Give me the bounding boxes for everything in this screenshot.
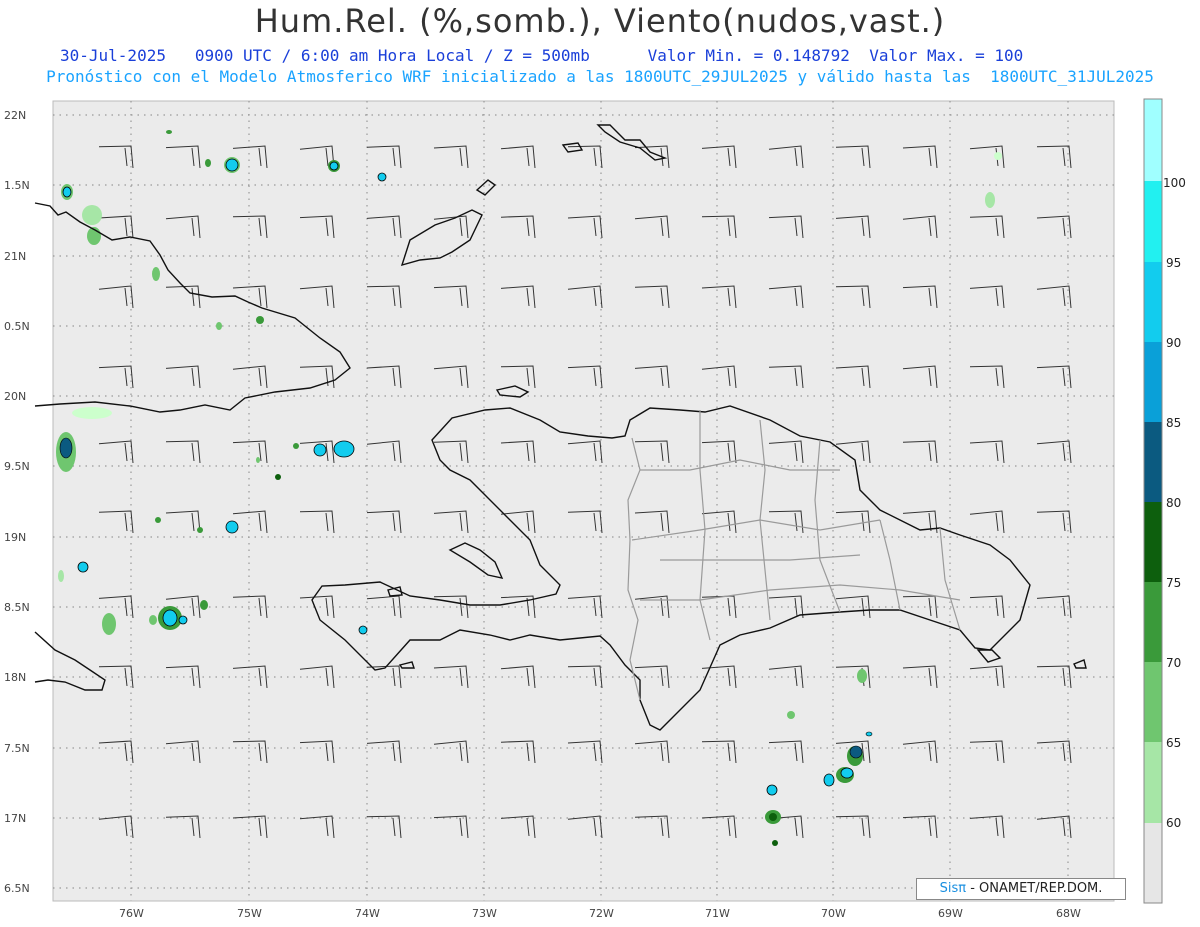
- colorbar-segment: [1144, 742, 1162, 823]
- colorbar-segment: [1144, 582, 1162, 662]
- lat-label: 18N: [4, 671, 26, 684]
- colorbar-label: 90: [1166, 336, 1181, 350]
- lon-label: 68W: [1056, 907, 1081, 920]
- colorbar-segment: [1144, 422, 1162, 502]
- lat-label: 0.5N: [4, 320, 30, 333]
- lon-label: 71W: [705, 907, 730, 920]
- lat-axis: 22N 1.5N 21N 0.5N 20N 9.5N 19N 8.5N 18N …: [4, 109, 30, 895]
- weather-map: 22N 1.5N 21N 0.5N 20N 9.5N 19N 8.5N 18N …: [4, 98, 1186, 920]
- lat-label: 22N: [4, 109, 26, 122]
- lat-label: 1.5N: [4, 179, 30, 192]
- lon-label: 69W: [938, 907, 963, 920]
- value-max: Valor Max. = 100: [869, 46, 1024, 65]
- colorbar-label: 95: [1166, 256, 1181, 270]
- colorbar-label: 60: [1166, 816, 1181, 830]
- colorbar: [1143, 98, 1163, 904]
- lon-label: 74W: [355, 907, 380, 920]
- colorbar-segment: [1144, 262, 1162, 342]
- lat-label: 21N: [4, 250, 26, 263]
- lat-label: 7.5N: [4, 742, 30, 755]
- time-info: 0900 UTC / 6:00 am Hora Local / Z = 500m…: [194, 46, 590, 65]
- lon-label: 70W: [821, 907, 846, 920]
- credit-box: Sisπ - ONAMET/REP.DOM.: [916, 878, 1126, 900]
- colorbar-segment: [1144, 181, 1162, 262]
- colorbar-label: 75: [1166, 576, 1181, 590]
- credit-brand: Sisπ: [939, 881, 967, 896]
- colorbar-segment: [1144, 823, 1162, 903]
- colorbar-segment: [1144, 342, 1162, 422]
- map-title: Hum.Rel. (%,somb.), Viento(nudos,vast.): [254, 2, 946, 40]
- lat-label: 20N: [4, 390, 26, 403]
- lat-label: 19N: [4, 531, 26, 544]
- colorbar-label: 85: [1166, 416, 1181, 430]
- plot-area: [52, 100, 1115, 902]
- info-line: 30-Jul-2025 0900 UTC / 6:00 am Hora Loca…: [60, 46, 1140, 65]
- colorbar-labels: 60 65 70 75 80 85 90 95 100: [1163, 176, 1186, 830]
- lon-label: 73W: [472, 907, 497, 920]
- colorbar-segment: [1144, 99, 1162, 181]
- colorbar-label: 65: [1166, 736, 1181, 750]
- colorbar-segment: [1144, 662, 1162, 742]
- lon-label: 76W: [119, 907, 144, 920]
- colorbar-segment: [1144, 502, 1162, 582]
- lat-label: 17N: [4, 812, 26, 825]
- lon-axis: 76W 75W 74W 73W 72W 71W 70W 69W 68W: [119, 907, 1081, 920]
- lat-label: 9.5N: [4, 460, 30, 473]
- colorbar-label: 80: [1166, 496, 1181, 510]
- credit-text: - ONAMET/REP.DOM.: [966, 881, 1103, 896]
- colorbar-label: 100: [1163, 176, 1186, 190]
- lat-label: 8.5N: [4, 601, 30, 614]
- lon-label: 72W: [589, 907, 614, 920]
- model-info: Pronóstico con el Modelo Atmosferico WRF…: [46, 67, 1154, 86]
- lon-label: 75W: [237, 907, 262, 920]
- lat-label: 6.5N: [4, 882, 30, 895]
- date-label: 30-Jul-2025: [60, 46, 166, 65]
- value-min: Valor Min. = 0.148792: [647, 46, 850, 65]
- colorbar-label: 70: [1166, 656, 1181, 670]
